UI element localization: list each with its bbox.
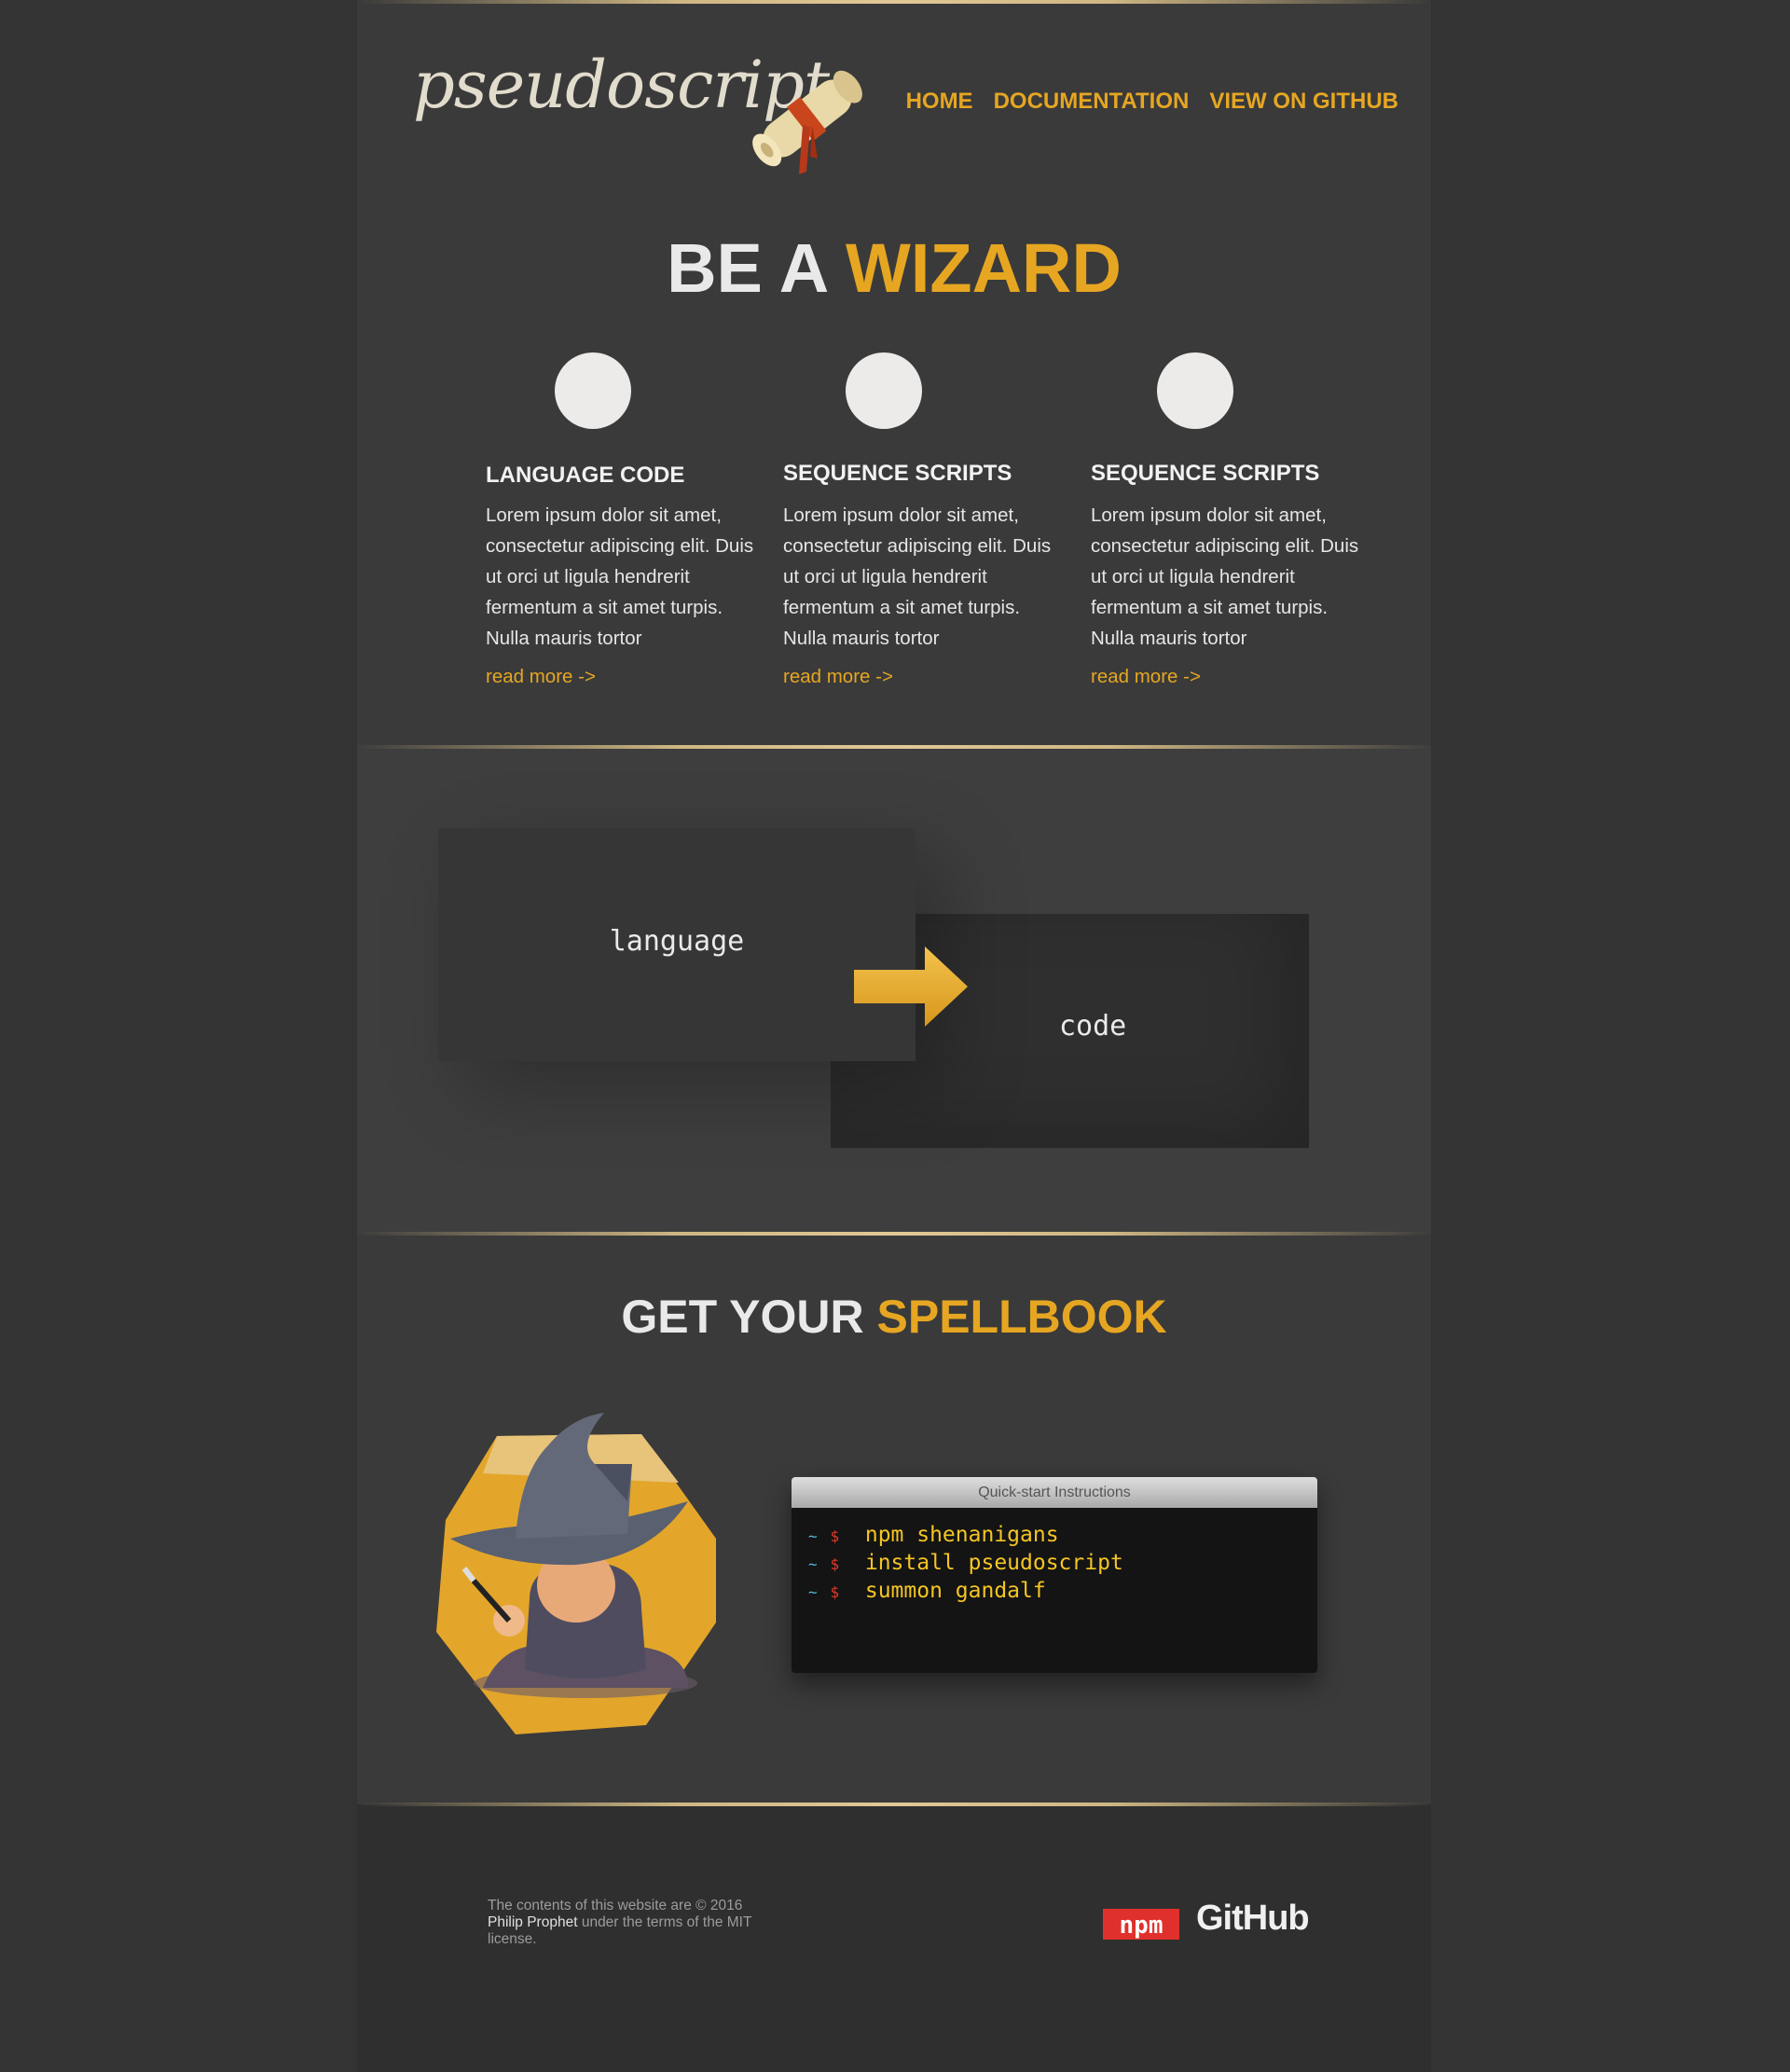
feature-circle-icon (846, 352, 922, 429)
feature-circle-icon (555, 352, 631, 429)
nav-documentation-link[interactable]: DOCUMENTATION (994, 89, 1190, 115)
prompt-tilde: ~ (808, 1555, 818, 1573)
read-more-link[interactable]: read more -> (783, 666, 893, 688)
feature-text: Lorem ipsum dolor sit amet, consectetur … (486, 504, 754, 649)
spellbook-title-plain: GET YOUR (621, 1291, 864, 1343)
top-gold-divider (357, 0, 1431, 4)
prompt-dollar: $ (830, 1583, 840, 1601)
author-name: Philip Prophet (488, 1914, 578, 1930)
prompt-tilde: ~ (808, 1527, 818, 1545)
terminal-command: npm shenanigans (864, 1523, 1059, 1547)
page-container: pseudoscript HOME DOCUMENTATION VIEW ON … (357, 0, 1431, 2072)
npm-label: npm (1120, 1912, 1164, 1940)
feature-circle-icon (1157, 352, 1233, 429)
feature-text: Lorem ipsum dolor sit amet, consectetur … (1091, 504, 1359, 649)
section-gold-divider (357, 745, 1431, 749)
feature-title: SEQUENCE SCRIPTS (783, 461, 1012, 486)
read-more-link[interactable]: read more -> (1091, 666, 1201, 688)
terminal-title-bar: Quick-start Instructions (792, 1477, 1317, 1508)
prompt-dollar: $ (830, 1527, 840, 1545)
hero-title: BE A WIZARD (357, 228, 1431, 308)
terminal-command: summon gandalf (864, 1579, 1046, 1603)
copyright-prefix: The contents of this website are © 2016 (488, 1898, 743, 1913)
arrow-right-icon (854, 946, 968, 1027)
terminal-line: ~ $ install pseudoscript (808, 1550, 1317, 1578)
nav-github-link[interactable]: VIEW ON GITHUB (1209, 89, 1398, 115)
terminal-command: install pseudoscript (864, 1551, 1123, 1575)
prompt-dollar: $ (830, 1555, 840, 1573)
npm-logo-link[interactable]: npm (1103, 1909, 1179, 1940)
spellbook-title: GET YOUR SPELLBOOK (357, 1290, 1431, 1344)
footer: The contents of this website are © 2016 P… (357, 1804, 1431, 2072)
quickstart-terminal: Quick-start Instructions ~ $ npm shenani… (792, 1477, 1317, 1673)
footer-gold-divider (357, 1803, 1431, 1806)
read-more-link[interactable]: read more -> (486, 666, 596, 688)
wizard-mascot-image (436, 1413, 716, 1734)
main-nav: HOME DOCUMENTATION VIEW ON GITHUB (906, 89, 1398, 115)
section-gold-divider (357, 1232, 1431, 1236)
feature-title: SEQUENCE SCRIPTS (1091, 461, 1320, 486)
terminal-body: ~ $ npm shenanigans ~ $ install pseudosc… (792, 1508, 1317, 1606)
terminal-line: ~ $ npm shenanigans (808, 1522, 1317, 1550)
feature-text: Lorem ipsum dolor sit amet, consectetur … (783, 504, 1052, 649)
language-label: language (609, 924, 745, 958)
terminal-line: ~ $ summon gandalf (808, 1578, 1317, 1606)
spellbook-title-accent: SPELLBOOK (876, 1291, 1167, 1343)
code-label: code (1059, 1010, 1127, 1043)
scroll-icon (752, 70, 862, 174)
nav-home-link[interactable]: HOME (906, 89, 973, 115)
hero-title-accent: WIZARD (845, 229, 1122, 307)
language-card: language (438, 828, 916, 1061)
hero-title-plain: BE A (667, 229, 827, 307)
github-logo-link[interactable]: GitHub (1196, 1899, 1310, 1939)
copyright-text: The contents of this website are © 2016 P… (488, 1898, 786, 1948)
prompt-tilde: ~ (808, 1583, 818, 1601)
feature-title: LANGUAGE CODE (486, 463, 685, 488)
